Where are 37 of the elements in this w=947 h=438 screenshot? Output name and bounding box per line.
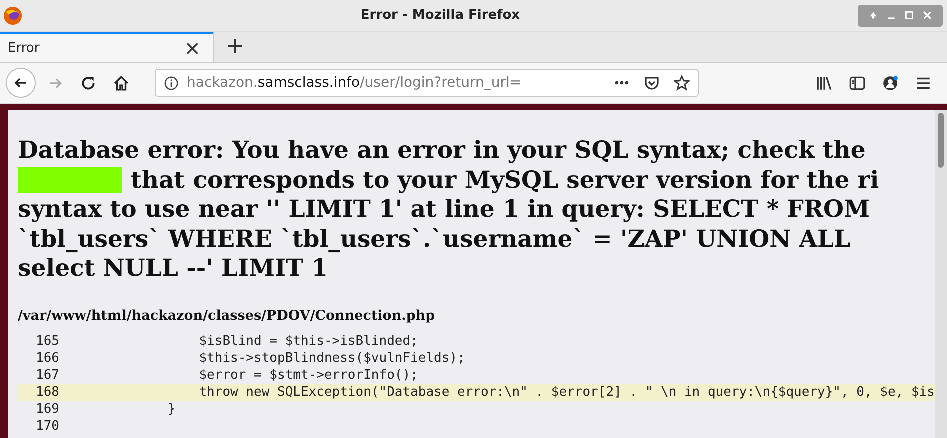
code-text: $error = $stmt->errorInfo(); <box>198 368 418 382</box>
error-message-line: select NULL --' LIMIT 1 <box>18 254 328 284</box>
error-message-line: that corresponds to your MySQL server version for the ri <box>131 166 880 195</box>
close-icon[interactable] <box>922 10 933 21</box>
error-message-line: Database error: You have an error in your SQL syntax; check the <box>18 136 866 166</box>
library-icon[interactable] <box>816 74 833 92</box>
keep-above-icon[interactable] <box>868 10 879 21</box>
scrollbar[interactable] <box>935 110 947 438</box>
line-number: 169 <box>35 402 60 416</box>
info-icon[interactable] <box>164 76 179 90</box>
maximize-icon[interactable] <box>904 10 915 21</box>
code-text: throw new SQLException("Database error:\n" . $error[2] . " \n in query:\n{$query}", 0, $e, $is <box>198 384 935 400</box>
error-message-line: `tbl_users` WHERE `tbl_users`.`username` = 'ZAP' UNION ALL <box>18 224 851 254</box>
sidebar-icon[interactable] <box>849 74 866 92</box>
new-tab-button[interactable]: + <box>222 32 248 62</box>
window-title: Error - Mozilla Firefox <box>360 8 522 23</box>
tab-close-button[interactable]: × <box>180 38 205 58</box>
url-text: hackazon.samsclass.info/user/login?return_url= <box>187 75 522 91</box>
account-icon[interactable] <box>882 74 899 92</box>
code-text: } <box>166 402 176 416</box>
line-number: 165 <box>35 334 60 348</box>
code-text: $isBlind = $this->isBlinded; <box>198 334 418 348</box>
line-number: 168 <box>35 384 60 400</box>
home-icon[interactable] <box>113 74 130 92</box>
file-path: /var/www/html/hackazon/classes/PDOV/Connection.php <box>18 308 436 324</box>
back-button[interactable] <box>6 68 36 98</box>
browser-logo-icon <box>3 6 23 26</box>
star-icon[interactable] <box>674 75 690 91</box>
address-bar[interactable]: hackazon.samsclass.info/user/login?return_url= <box>155 69 699 97</box>
line-number: 167 <box>35 368 60 382</box>
pocket-icon[interactable] <box>644 75 660 91</box>
line-number: 170 <box>35 418 60 434</box>
tab[interactable]: Error × <box>0 32 214 62</box>
reload-icon[interactable] <box>80 74 97 92</box>
code-text: $this->stopBlindness($vulnFields); <box>198 350 466 366</box>
line-number: 166 <box>35 350 60 366</box>
error-message-line: syntax to use near '' LIMIT 1' at line 1 in query: SELECT * FROM <box>18 195 870 224</box>
